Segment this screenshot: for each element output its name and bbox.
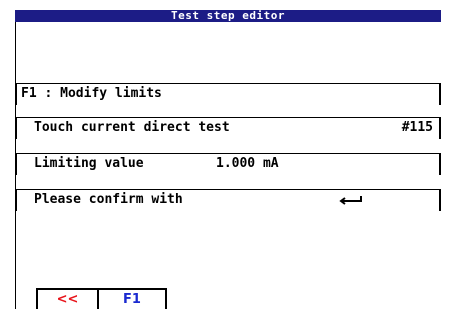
touch-current-test-row[interactable]: Touch current direct test #115 (15, 117, 441, 139)
back-softkey[interactable]: << (36, 288, 98, 309)
heading-f1-modify-limits: F1 : Modify limits (15, 83, 441, 105)
f1-softkey[interactable]: F1 (98, 288, 167, 309)
confirm-label: Please confirm with (34, 192, 183, 207)
limiting-value-field[interactable]: 1.000 mA (216, 154, 279, 174)
confirm-row[interactable]: Please confirm with (15, 189, 441, 211)
enter-return-icon (339, 196, 362, 205)
window-title: Test step editor (15, 10, 441, 22)
test-number-value: #115 (401, 120, 433, 135)
limiting-value-label: Limiting value (34, 156, 144, 171)
touch-current-label: Touch current direct test (34, 120, 230, 135)
limiting-value-row[interactable]: Limiting value 1.000 mA (15, 153, 441, 175)
